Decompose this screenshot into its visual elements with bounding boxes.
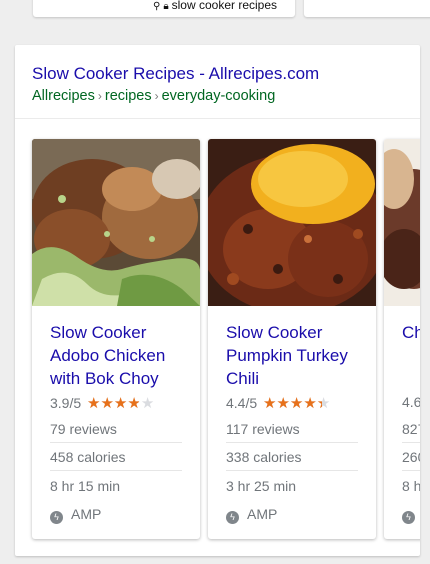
divider bbox=[402, 470, 420, 471]
amp-label: AMP bbox=[71, 506, 102, 522]
recipe-card[interactable]: Cha Coo Me 4.6/ 827 260 8 hr ϟA bbox=[384, 139, 420, 539]
divider bbox=[226, 470, 358, 471]
breadcrumb: Allrecipes › recipes › everyday-cooking bbox=[32, 88, 275, 104]
magnifier-icon: ⚲ bbox=[152, 1, 161, 12]
calorie-count: 338 calories bbox=[226, 449, 302, 465]
amp-badge: ϟA bbox=[402, 506, 420, 524]
lock-icon: 🔒︎ bbox=[163, 1, 169, 12]
review-count: 827 bbox=[402, 421, 420, 437]
recipe-title[interactable]: Cha Coo Me bbox=[402, 321, 420, 344]
amp-badge: ϟ AMP bbox=[50, 506, 101, 524]
recipe-image[interactable] bbox=[384, 139, 420, 306]
breadcrumb-separator: › bbox=[97, 89, 102, 103]
result-header: Slow Cooker Recipes - Allrecipes.com All… bbox=[15, 45, 420, 119]
amp-bolt-icon: ϟ bbox=[50, 511, 63, 524]
breadcrumb-separator: › bbox=[154, 89, 159, 103]
recipe-card[interactable]: Slow Cooker Adobo Chicken with Bok Choy … bbox=[32, 139, 200, 539]
recipe-image[interactable] bbox=[32, 139, 200, 306]
rating-value: 4.6/ bbox=[402, 394, 420, 410]
divider bbox=[50, 470, 182, 471]
recipe-rating: 3.9/5 ★★★★★★★★★★ bbox=[50, 394, 154, 412]
recipe-title[interactable]: Slow Cooker Pumpkin Turkey Chili bbox=[226, 321, 371, 390]
divider bbox=[226, 442, 358, 443]
browser-top-area: ⚲ 🔒︎ slow cooker recipes bbox=[0, 0, 430, 24]
divider bbox=[50, 442, 182, 443]
recipe-carousel[interactable]: Slow Cooker Adobo Chicken with Bok Choy … bbox=[15, 119, 420, 556]
recipe-card[interactable]: Slow Cooker Pumpkin Turkey Chili 4.4/5 ★… bbox=[208, 139, 376, 539]
recipe-rating: 4.6/ bbox=[402, 394, 420, 410]
review-count: 79 reviews bbox=[50, 421, 117, 437]
search-result-card: Slow Cooker Recipes - Allrecipes.com All… bbox=[15, 45, 420, 556]
recipe-rating: 4.4/5 ★★★★★★★★★★ bbox=[226, 394, 330, 412]
review-count: 117 reviews bbox=[226, 421, 300, 437]
rating-value: 4.4/5 bbox=[226, 395, 258, 411]
result-title-link[interactable]: Slow Cooker Recipes - Allrecipes.com bbox=[32, 64, 319, 84]
cook-time: 8 hr 15 min bbox=[50, 478, 121, 494]
calorie-count: 260 bbox=[402, 449, 420, 465]
amp-badge: ϟ AMP bbox=[226, 506, 277, 524]
breadcrumb-site: Allrecipes bbox=[32, 88, 95, 104]
divider bbox=[402, 442, 420, 443]
address-text: slow cooker recipes bbox=[171, 0, 278, 12]
recipe-image[interactable] bbox=[208, 139, 376, 306]
cook-time: 3 hr 25 min bbox=[226, 478, 297, 494]
star-rating-icon: ★★★★★★★★★★ bbox=[87, 394, 154, 412]
stars-filled: ★★★★★ bbox=[87, 395, 140, 412]
cook-time: 8 hr bbox=[402, 478, 420, 494]
recipe-title[interactable]: Slow Cooker Adobo Chicken with Bok Choy bbox=[50, 321, 195, 390]
star-rating-icon: ★★★★★★★★★★ bbox=[263, 394, 330, 412]
rating-value: 3.9/5 bbox=[50, 395, 82, 411]
amp-bolt-icon: ϟ bbox=[226, 511, 239, 524]
address-bar[interactable]: ⚲ 🔒︎ slow cooker recipes bbox=[0, 0, 430, 12]
amp-label: AMP bbox=[247, 506, 278, 522]
stars-filled: ★★★★★ bbox=[263, 395, 322, 412]
breadcrumb-page: everyday-cooking bbox=[161, 88, 276, 104]
amp-bolt-icon: ϟ bbox=[402, 511, 415, 524]
calorie-count: 458 calories bbox=[50, 449, 126, 465]
breadcrumb-section: recipes bbox=[104, 88, 152, 104]
